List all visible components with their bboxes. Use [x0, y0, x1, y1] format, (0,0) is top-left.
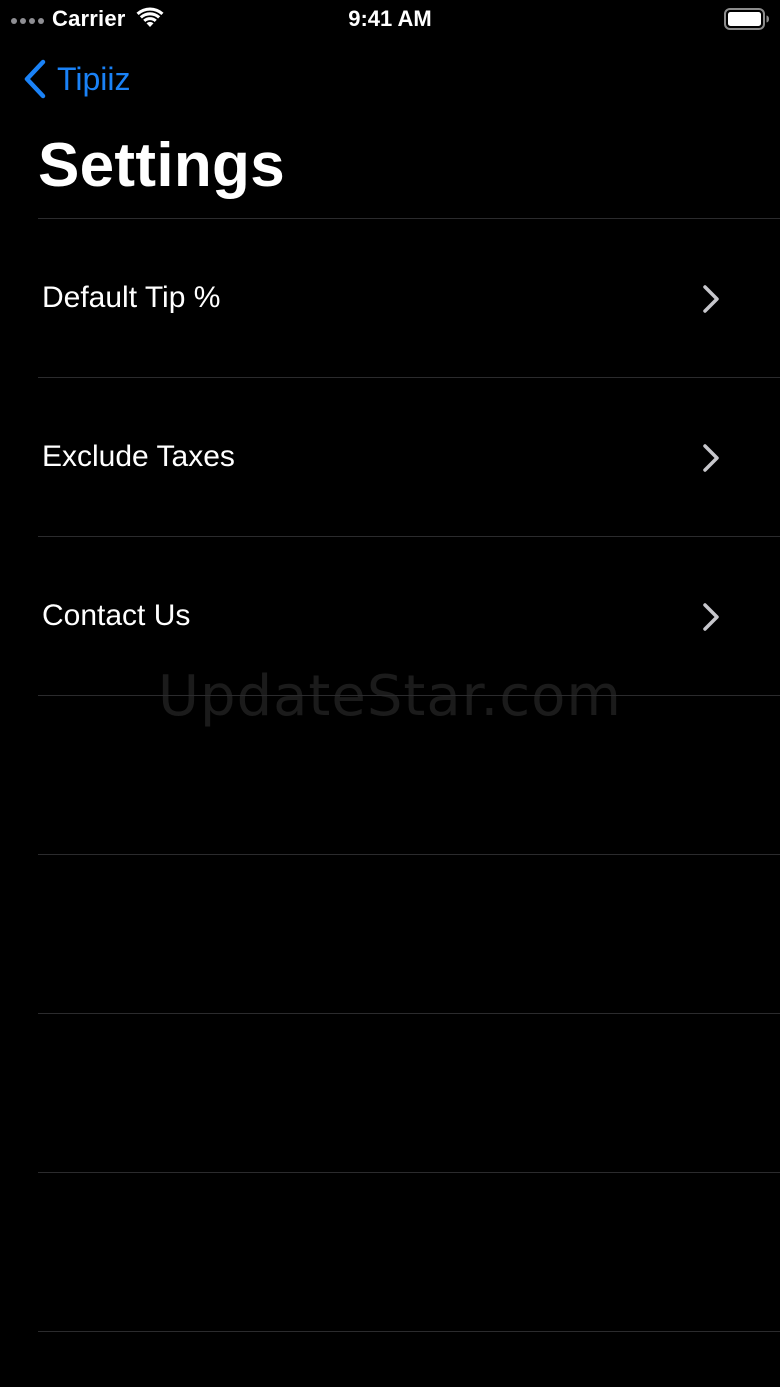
settings-item-label: Exclude Taxes	[42, 440, 235, 473]
settings-item-default-tip[interactable]: Default Tip %	[38, 218, 780, 377]
empty-row	[38, 1172, 780, 1332]
settings-item-contact-us[interactable]: Contact Us	[38, 536, 780, 695]
settings-item-label: Contact Us	[42, 599, 191, 632]
status-time: 9:41 AM	[348, 6, 432, 31]
settings-list: Default Tip % Exclude Taxes Contact Us	[0, 218, 780, 1332]
empty-row	[38, 854, 780, 1013]
settings-item-label: Default Tip %	[42, 281, 221, 314]
battery-icon	[724, 8, 769, 30]
back-button-label: Tipiiz	[57, 61, 131, 97]
chevron-right-icon	[703, 444, 719, 472]
empty-row	[38, 1013, 780, 1172]
chevron-left-icon	[24, 59, 46, 99]
page-title: Settings	[38, 131, 285, 200]
settings-item-exclude-taxes[interactable]: Exclude Taxes	[38, 377, 780, 536]
back-button[interactable]: Tipiiz	[22, 58, 130, 100]
chevron-right-icon	[703, 603, 719, 631]
status-bar: Carrier 9:41 AM	[0, 0, 780, 40]
empty-row	[38, 695, 780, 854]
chevron-right-icon	[703, 285, 719, 313]
